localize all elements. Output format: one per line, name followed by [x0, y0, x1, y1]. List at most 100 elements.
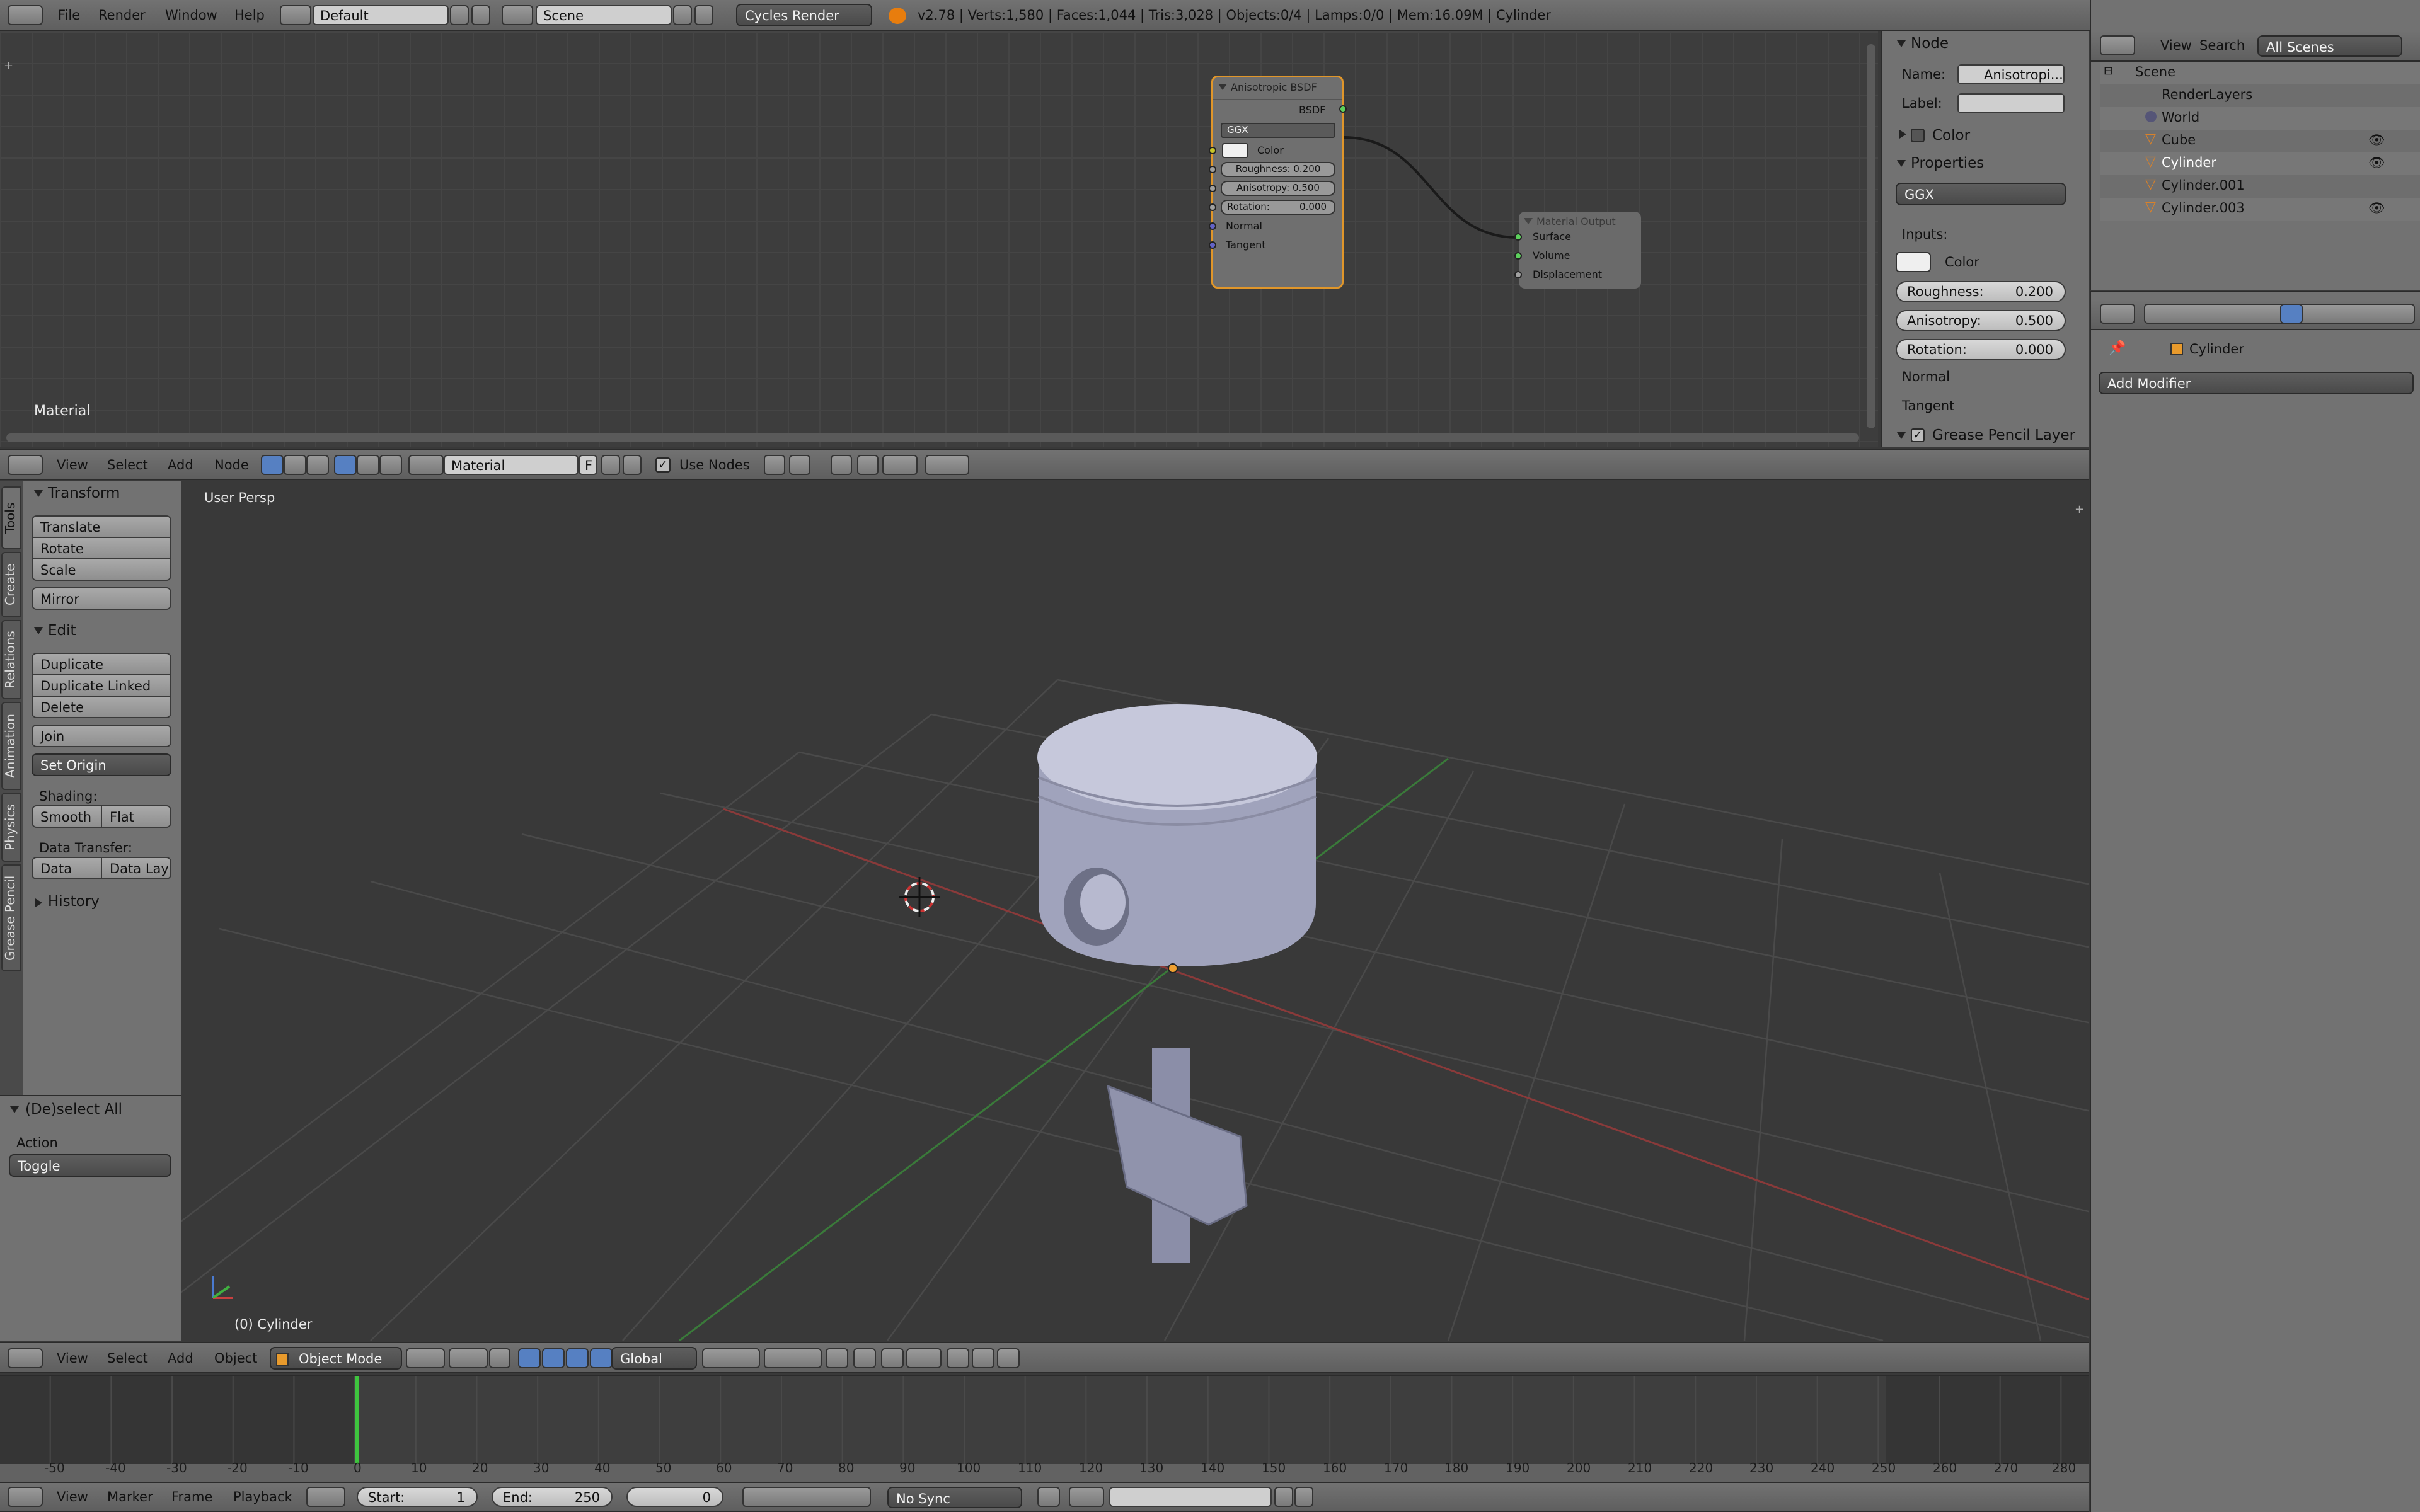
node-panel-header[interactable]: Node — [1911, 35, 1949, 52]
render-engine-dropdown[interactable]: Cycles Render — [736, 4, 872, 26]
color-swatch[interactable] — [1222, 143, 1248, 158]
screen-layout-field[interactable]: Default — [313, 5, 449, 25]
timeline-menu-playback[interactable]: Playback — [233, 1484, 292, 1509]
menu-render[interactable]: Render — [98, 3, 146, 28]
color-panel-checkbox[interactable] — [1911, 129, 1925, 142]
linestyle-shader-icon[interactable] — [379, 455, 402, 475]
properties-panel-arrow-icon[interactable] — [1897, 160, 1906, 167]
cylinder-visibility-icon[interactable]: 👁 — [2368, 155, 2385, 171]
lock-camera-icon[interactable] — [826, 1348, 848, 1368]
orientation-dropdown[interactable]: Global — [611, 1347, 697, 1370]
normal-socket[interactable] — [1209, 222, 1216, 230]
data-transfer-button[interactable]: Data — [32, 857, 102, 879]
history-panel-header[interactable]: History — [48, 893, 100, 910]
node-menu-node[interactable]: Node — [214, 452, 249, 478]
node-tree-icon[interactable] — [789, 455, 810, 475]
backdrop-icon[interactable] — [764, 455, 785, 475]
scale-manipulator-icon[interactable] — [566, 1348, 589, 1368]
outliner-row-scene[interactable]: ⊟ Scene — [2100, 62, 2420, 84]
tab-tools[interactable]: Tools — [1, 486, 21, 549]
active-keying-set-field[interactable] — [1109, 1487, 1272, 1507]
cylinder-003-visibility-icon[interactable]: 👁 — [2368, 200, 2385, 216]
viewport-menu-add[interactable]: Add — [168, 1346, 193, 1371]
render-animation-icon[interactable] — [972, 1348, 994, 1368]
manipulator-icon[interactable] — [489, 1348, 510, 1368]
node-menu-select[interactable]: Select — [107, 452, 148, 478]
duplicate-linked-button[interactable]: Duplicate Linked — [32, 674, 171, 697]
material-unlink-icon[interactable] — [623, 455, 642, 475]
tab-physics[interactable]: Physics — [1, 793, 21, 862]
viewport-shading-icon[interactable] — [406, 1348, 445, 1368]
3d-cursor[interactable] — [899, 877, 940, 917]
viewport-menu-view[interactable]: View — [57, 1346, 88, 1371]
outliner-row-cube[interactable]: ▽ Cube 👁 — [2100, 130, 2420, 152]
output-collapse-icon[interactable] — [1524, 218, 1533, 224]
node-label-field[interactable] — [1957, 93, 2065, 113]
world-shader-icon[interactable] — [357, 455, 379, 475]
color-input-socket[interactable] — [1209, 147, 1216, 154]
outliner-row-cylinder-001[interactable]: ▽ Cylinder.001 — [2100, 175, 2420, 198]
material-add-icon[interactable] — [601, 455, 620, 475]
pin-icon[interactable]: 📌 — [2109, 340, 2126, 356]
cube-visibility-icon[interactable]: 👁 — [2368, 132, 2385, 148]
viewport-menu-object[interactable]: Object — [214, 1346, 257, 1371]
bsdf-distribution-dropdown[interactable]: GGX — [1221, 123, 1335, 138]
color-panel-header[interactable]: Color — [1932, 127, 1970, 144]
timeline-menu-marker[interactable]: Marker — [107, 1484, 153, 1509]
fake-user-button[interactable]: F — [579, 455, 597, 475]
tangent-socket[interactable] — [1209, 241, 1216, 249]
material-output-node[interactable]: Material Output Surface Volume Displacem… — [1514, 212, 1641, 289]
pivot-point-icon[interactable] — [449, 1348, 488, 1368]
current-frame-indicator[interactable] — [355, 1376, 359, 1469]
flat-button[interactable]: Flat — [101, 805, 171, 828]
outliner-row-world[interactable]: World — [2100, 107, 2420, 130]
paste-nodes-icon[interactable] — [925, 455, 969, 475]
sync-dropdown[interactable]: No Sync — [887, 1487, 1022, 1508]
anisotropic-bsdf-node[interactable]: Anisotropic BSDF BSDF GGX Color Roughnes… — [1209, 76, 1347, 289]
transform-panel-header[interactable]: Transform — [48, 485, 120, 501]
tab-animation[interactable]: Animation — [1, 702, 21, 790]
preview-range-icon[interactable] — [306, 1487, 345, 1507]
use-nodes-label[interactable]: Use Nodes — [679, 452, 750, 478]
layers-grid-2[interactable] — [764, 1348, 822, 1368]
snap-target-icon[interactable] — [882, 455, 918, 475]
playback-controls[interactable] — [742, 1487, 871, 1507]
tab-create[interactable]: Create — [1, 552, 21, 617]
grease-pencil-checkbox[interactable]: ✓ — [1911, 428, 1925, 442]
scene-add-icon[interactable] — [673, 5, 692, 25]
rotation-socket[interactable] — [1209, 203, 1216, 211]
sidebar-color-swatch[interactable] — [1896, 252, 1931, 272]
rotate-manipulator-icon[interactable] — [542, 1348, 565, 1368]
grease-pencil-arrow-icon[interactable] — [1897, 432, 1906, 439]
copy-nodes-icon[interactable] — [831, 455, 852, 475]
sidebar-roughness-slider[interactable]: Roughness: 0.200 — [1896, 281, 2066, 302]
translate-manipulator-icon[interactable] — [518, 1348, 541, 1368]
orientation-manipulator-icon[interactable] — [590, 1348, 613, 1368]
node-editor-add-icon[interactable]: + — [4, 60, 15, 72]
viewport-3d[interactable]: User Persp (0) Cylinder + — [182, 481, 2089, 1341]
action-dropdown[interactable]: Toggle — [9, 1154, 171, 1177]
node-menu-add[interactable]: Add — [168, 452, 193, 478]
data-layout-button[interactable]: Data Lay — [101, 857, 171, 879]
edit-arrow-icon[interactable] — [34, 627, 43, 634]
insert-keyframe-icon[interactable] — [1274, 1487, 1293, 1507]
mirror-button[interactable]: Mirror — [32, 587, 171, 610]
outliner-row-cylinder-003[interactable]: ▽ Cylinder.003 👁 — [2100, 198, 2420, 220]
menu-file[interactable]: File — [58, 3, 80, 28]
set-origin-dropdown[interactable]: Set Origin — [32, 753, 171, 776]
timeline[interactable] — [0, 1375, 2089, 1482]
node-panel-arrow-icon[interactable] — [1897, 40, 1906, 47]
roughness-slider[interactable]: Roughness: 0.200 — [1221, 162, 1335, 177]
anisotropy-socket[interactable] — [1209, 185, 1216, 192]
timeline-menu-view[interactable]: View — [57, 1484, 88, 1509]
viewport-properties-plus-icon[interactable]: + — [2075, 504, 2086, 515]
shader-nodes-icon[interactable] — [261, 455, 284, 475]
bsdf-output-socket[interactable] — [1339, 105, 1347, 113]
join-button[interactable]: Join — [32, 724, 171, 747]
viewport-editor-type-icon[interactable] — [8, 1348, 43, 1368]
info-editor-type-icon[interactable] — [8, 5, 43, 25]
menu-help[interactable]: Help — [234, 3, 265, 28]
operator-panel-header[interactable]: (De)select All — [25, 1101, 122, 1118]
smooth-button[interactable]: Smooth — [32, 805, 102, 828]
node-name-field[interactable]: Anisotropi... — [1957, 64, 2065, 84]
